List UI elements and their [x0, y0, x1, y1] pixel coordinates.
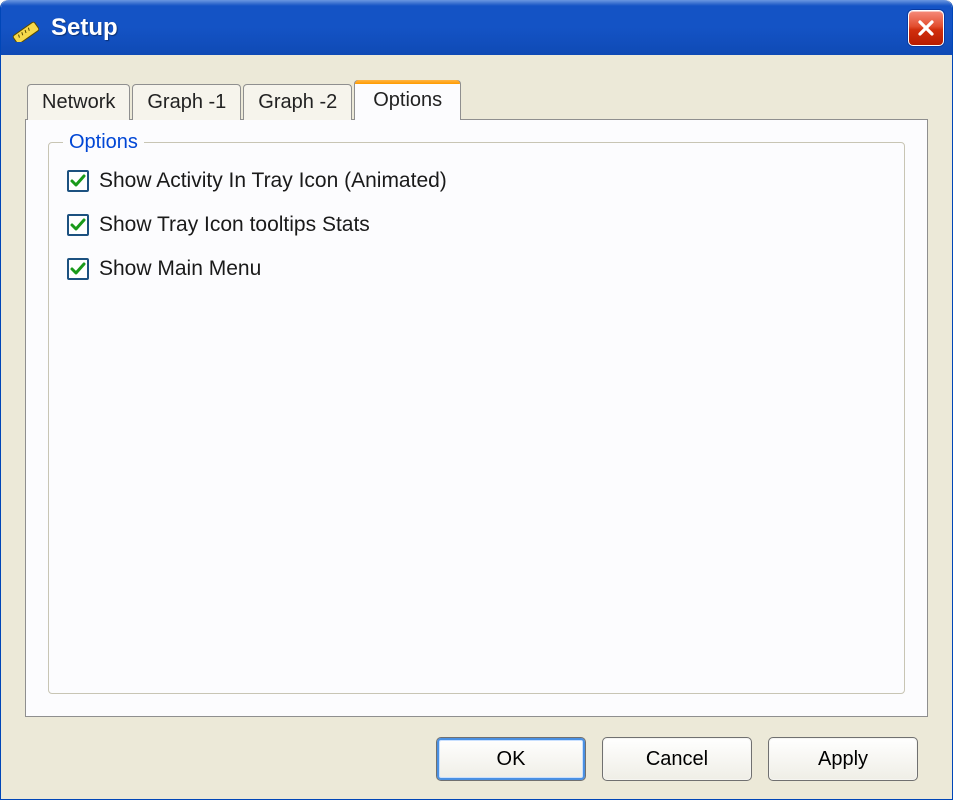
- checkbox-label: Show Tray Icon tooltips Stats: [99, 213, 370, 237]
- tab-label: Graph -1: [147, 91, 226, 114]
- tab-label: Graph -2: [258, 91, 337, 114]
- close-icon: [916, 18, 936, 38]
- setup-window: Setup Network Graph -1 Graph -2: [0, 0, 953, 800]
- window-title: Setup: [51, 14, 908, 42]
- cancel-button[interactable]: Cancel: [602, 737, 752, 781]
- tab-options[interactable]: Options: [354, 80, 461, 120]
- tab-control: Network Graph -1 Graph -2 Options Option…: [25, 79, 928, 717]
- dialog-button-row: OK Cancel Apply: [25, 717, 928, 783]
- checkbox-show-activity-tray[interactable]: Show Activity In Tray Icon (Animated): [67, 169, 886, 193]
- checkbox-icon: [67, 258, 89, 280]
- checkbox-label: Show Activity In Tray Icon (Animated): [99, 169, 447, 193]
- checkbox-label: Show Main Menu: [99, 257, 261, 281]
- button-label: Apply: [818, 748, 868, 771]
- tab-graph-2[interactable]: Graph -2: [243, 84, 352, 120]
- titlebar[interactable]: Setup: [1, 0, 952, 55]
- app-ruler-icon: [11, 14, 39, 42]
- button-label: OK: [497, 748, 526, 771]
- tab-page-options: Options Show Activity In Tray Icon (Anim…: [25, 119, 928, 717]
- button-label: Cancel: [646, 748, 708, 771]
- checkbox-show-main-menu[interactable]: Show Main Menu: [67, 257, 886, 281]
- client-area: Network Graph -1 Graph -2 Options Option…: [1, 55, 952, 799]
- tab-label: Options: [373, 89, 442, 112]
- checkbox-icon: [67, 170, 89, 192]
- tab-graph-1[interactable]: Graph -1: [132, 84, 241, 120]
- tab-network[interactable]: Network: [27, 84, 130, 120]
- close-button[interactable]: [908, 10, 944, 46]
- tab-strip: Network Graph -1 Graph -2 Options: [25, 79, 928, 119]
- checkbox-icon: [67, 214, 89, 236]
- groupbox-legend: Options: [63, 131, 144, 154]
- checkbox-show-tray-tooltips[interactable]: Show Tray Icon tooltips Stats: [67, 213, 886, 237]
- options-groupbox: Options Show Activity In Tray Icon (Anim…: [48, 142, 905, 694]
- apply-button[interactable]: Apply: [768, 737, 918, 781]
- tab-label: Network: [42, 91, 115, 114]
- ok-button[interactable]: OK: [436, 737, 586, 781]
